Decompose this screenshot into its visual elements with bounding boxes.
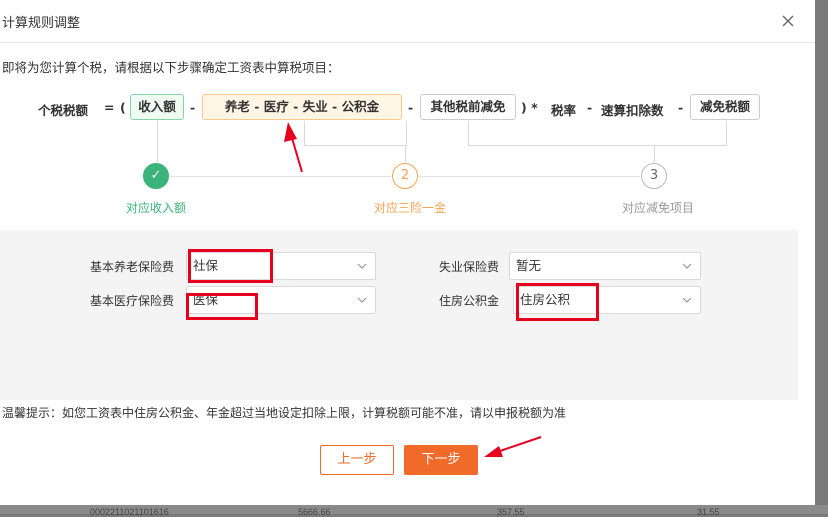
prev-step-button[interactable]: 上一步 bbox=[320, 445, 394, 475]
medical-label: 基本医疗保险费 bbox=[90, 294, 175, 308]
income-box: 收入额 bbox=[130, 94, 184, 120]
dialog-title: 计算规则调整 bbox=[2, 16, 81, 31]
chevron-down-icon bbox=[682, 263, 692, 269]
income-connector bbox=[157, 121, 158, 162]
relief-box: 减免税额 bbox=[690, 94, 760, 120]
step-2-circle: 2 bbox=[392, 163, 418, 189]
formula-equals: = bbox=[104, 100, 115, 115]
insurance-connector bbox=[304, 121, 407, 146]
relief-connector-drop bbox=[654, 145, 655, 162]
housing-fund-select[interactable]: 住房公积 bbox=[513, 286, 701, 314]
pension-value: 社保 bbox=[193, 258, 219, 273]
formula-minus-3: - bbox=[587, 100, 593, 115]
formula-rate: 税率 bbox=[551, 103, 577, 118]
tip-text: 温馨提示：如您工资表中住房公积金、年金超过当地设定扣除上限，计算税额可能不准，请… bbox=[2, 406, 567, 420]
step-3-circle: 3 bbox=[641, 163, 667, 189]
formula-minus-2: - bbox=[408, 100, 414, 115]
step-2-label: 对应三险一金 bbox=[373, 201, 446, 215]
pension-select[interactable]: 社保 bbox=[186, 252, 376, 280]
formula-minus-4: - bbox=[678, 100, 684, 115]
step-1-label: 对应收入额 bbox=[125, 201, 186, 215]
chevron-down-icon bbox=[357, 263, 367, 269]
bg-cell: 0002211021101616 bbox=[90, 507, 169, 517]
background-table-row: 0002211021101616 5666.66 357.55 31.55 bbox=[0, 505, 828, 517]
calc-rule-dialog: 计算规则调整 即将为您计算个税，请根据以下步骤确定工资表中算税项目： 个税税额 … bbox=[0, 0, 815, 505]
step-3-label: 对应减免项目 bbox=[621, 201, 694, 215]
close-icon[interactable] bbox=[780, 13, 796, 29]
formula-quick-deduction: 速算扣除数 bbox=[601, 103, 664, 118]
bg-cell: 357.55 bbox=[497, 507, 525, 517]
formula-lhs: 个税税额 bbox=[38, 103, 89, 118]
intro-text: 即将为您计算个税，请根据以下步骤确定工资表中算税项目： bbox=[2, 60, 340, 75]
mapping-panel: 基本养老保险费 社保 失业保险费 暂无 基本医疗保险费 医保 住房公积金 住房公… bbox=[0, 230, 798, 400]
formula-minus-1: - bbox=[190, 100, 196, 115]
header-divider bbox=[0, 42, 815, 43]
step-line-1 bbox=[170, 176, 391, 177]
next-step-button[interactable]: 下一步 bbox=[404, 445, 478, 475]
chevron-down-icon bbox=[357, 297, 367, 303]
unemployment-select[interactable]: 暂无 bbox=[509, 252, 701, 280]
medical-select[interactable]: 医保 bbox=[186, 286, 376, 314]
pension-label: 基本养老保险费 bbox=[90, 260, 175, 274]
step-1-check-icon: ✓ bbox=[143, 163, 169, 189]
unemployment-label: 失业保险费 bbox=[439, 260, 500, 274]
insurance-connector-drop bbox=[405, 145, 406, 162]
relief-connector bbox=[468, 121, 727, 146]
formula-open-paren: ( bbox=[120, 100, 126, 115]
chevron-down-icon bbox=[682, 297, 692, 303]
other-deduction-box: 其他税前减免 bbox=[420, 94, 516, 120]
formula-close-paren: ) * bbox=[521, 100, 538, 115]
medical-value: 医保 bbox=[193, 292, 219, 307]
bg-cell: 31.55 bbox=[697, 507, 720, 517]
step-line-2 bbox=[419, 176, 640, 177]
housing-fund-value: 住房公积 bbox=[520, 292, 571, 307]
bg-cell: 5666.66 bbox=[298, 507, 331, 517]
insurance-box: 养老 - 医疗 - 失业 - 公积金 bbox=[202, 94, 402, 120]
unemployment-value: 暂无 bbox=[516, 258, 542, 273]
housing-fund-label: 住房公积金 bbox=[439, 294, 500, 308]
